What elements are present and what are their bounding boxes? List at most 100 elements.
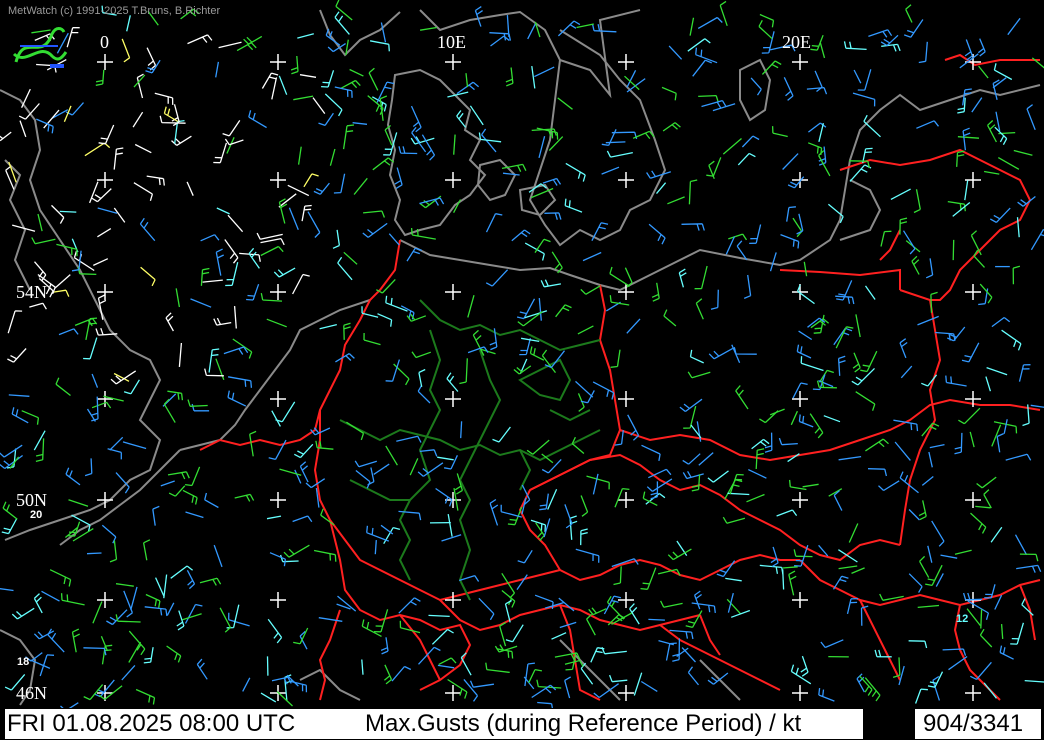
wind-barb [865,438,889,452]
wind-barb [19,120,27,138]
wind-barb [519,338,532,356]
grid-cross [445,685,461,701]
wind-barb [335,0,353,21]
wind-barb [337,256,353,281]
wind-barb [682,470,704,480]
wind-barb [31,237,56,245]
wind-barb [710,289,719,310]
wind-barb [128,641,142,663]
wind-barb [236,42,257,52]
wind-barb [95,69,105,86]
wind-barb [333,173,346,194]
wind-barb [324,93,343,117]
longitude-label-20e: 20E [782,32,811,52]
wind-barb [146,47,157,71]
wind-barb [460,652,472,676]
wind-barb [60,593,85,606]
wind-barb [993,63,1013,81]
wind-barb [431,628,454,645]
grid-cross [618,391,634,407]
weather-map-canvas[interactable] [0,0,1044,740]
wind-barb [969,431,975,448]
wind-barb [49,569,72,587]
wind-barb [1000,624,1004,639]
border-germany-east [518,284,622,571]
wind-barb [213,544,223,568]
wind-barb [337,595,357,612]
grid-cross [618,592,634,608]
wind-barb [228,612,250,627]
wind-barb [215,358,225,381]
wind-barb [286,674,299,687]
border-hungary [799,559,1041,607]
wind-barb [215,61,220,78]
wind-barb [41,590,60,602]
wind-barb [809,413,824,439]
wind-barb [547,489,558,510]
wind-barb [122,441,147,450]
state-line-1 [419,299,601,352]
wind-barb [8,394,30,397]
wind-barb [782,566,798,569]
copyright-credit: MetWatch (c) 1991-2025 T.Bruns, B.Richte… [8,5,221,17]
wind-barb [606,150,633,158]
grid-cross [97,172,113,188]
wind-barb [678,268,687,288]
wind-barb [894,441,911,461]
wind-barb [496,648,514,659]
wind-barb [914,688,928,704]
wind-barb [313,549,337,562]
wind-barb [362,222,388,238]
wind-barb [966,608,981,627]
wind-barb [660,600,683,608]
wind-barb [531,66,536,89]
wind-barb [246,283,260,301]
wind-barb [505,624,524,643]
wind-barb [737,152,756,166]
wind-barb [790,410,798,426]
wind-barb [343,251,358,265]
wind-barb [970,661,992,680]
wind-barb [900,365,913,379]
wind-barb [1021,598,1034,616]
coast-uk-east [0,89,162,541]
wind-barb [467,346,489,354]
border-france-italy [318,609,441,701]
wind-barb [921,475,934,486]
wind-barb [92,601,103,624]
wind-barb [297,33,314,39]
wind-barb [249,430,257,457]
wind-barb [204,492,219,509]
wind-barb [970,512,987,534]
wind-barb [485,269,509,287]
wind-barb [722,516,746,524]
wind-barb [469,680,494,688]
wind-barb [529,346,545,361]
wind-barb [555,304,572,318]
wind-barb [908,509,920,521]
wind-barb [962,127,971,151]
wind-barb [727,592,734,613]
wind-barb [913,189,921,214]
wind-barb [788,570,797,596]
wind-barb [110,370,137,385]
wind-barb [979,628,993,648]
wind-barb [266,318,287,328]
state-line-3 [458,349,502,601]
wind-barb [91,401,112,409]
wind-barb [266,515,282,520]
wind-barb [588,607,607,616]
wind-barb [474,6,483,27]
wind-barb [929,443,945,449]
wind-barb [1014,534,1028,556]
wind-barb [996,433,1004,453]
wind-barb [980,609,983,629]
wind-barb [307,211,321,238]
wind-barb [849,164,872,182]
wind-barb [964,180,969,201]
wind-barb [899,338,908,359]
wind-barb [21,410,40,425]
wind-barb [999,645,1014,660]
wind-barb [58,328,79,336]
wind-barb [278,75,288,95]
